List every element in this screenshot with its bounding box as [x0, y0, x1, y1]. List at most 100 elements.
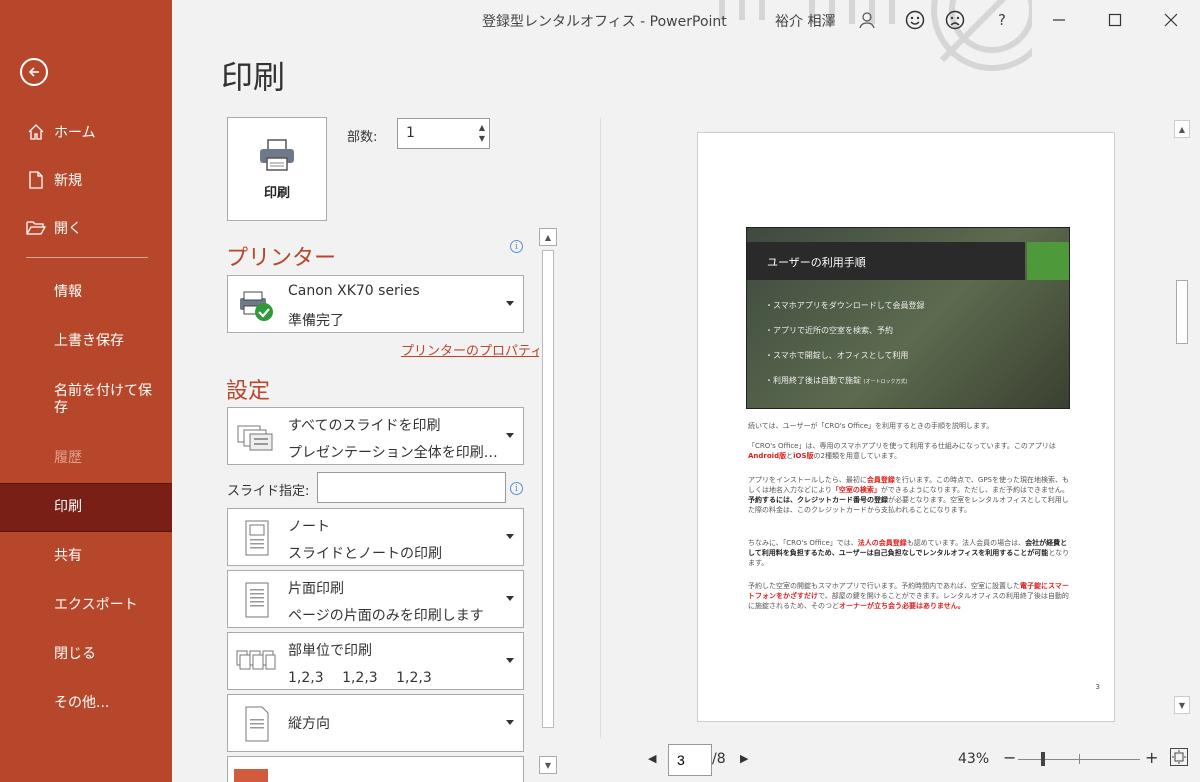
nav-print[interactable]: 印刷	[0, 483, 172, 532]
maximize-icon[interactable]	[1104, 9, 1126, 31]
print-range-title: すべてのスライドを印刷	[288, 418, 441, 434]
page-number-input[interactable]	[668, 744, 712, 776]
print-button[interactable]: 印刷	[227, 117, 327, 221]
layout-desc: スライドとノートの印刷	[288, 546, 442, 562]
zoom-level[interactable]: 43%	[958, 751, 989, 767]
layout-title: ノート	[288, 519, 330, 535]
print-range-dropdown[interactable]: すべてのスライドを印刷 プレゼンテーション全体を印刷…	[227, 407, 524, 465]
slide-thumbnail: ユーザーの利用手順 ・スマホアプリをダウンロードして会員登録 ・アプリで近所の空…	[746, 227, 1070, 409]
zoom-out-button[interactable]: −	[1003, 748, 1016, 767]
collation-dropdown[interactable]: 部単位で印刷 1,2,3 1,2,3 1,2,3	[227, 632, 524, 690]
help-icon[interactable]: ?	[991, 9, 1013, 31]
sides-dropdown[interactable]: 片面印刷 ページの片面のみを印刷します	[227, 570, 524, 628]
nav-open[interactable]: 開く	[0, 204, 172, 252]
back-arrow-icon[interactable]	[20, 58, 48, 86]
portrait-icon	[245, 706, 269, 742]
info-icon[interactable]: i	[510, 240, 523, 253]
nav-save[interactable]: 上書き保存	[0, 317, 172, 366]
printer-name: Canon XK70 series	[288, 283, 420, 299]
printer-header: プリンター	[226, 246, 337, 271]
copies-stepper[interactable]: 1 ▲ ▼	[397, 118, 490, 149]
sidebar-divider	[26, 257, 148, 258]
notes-text: 「CRO's Office」は、専用のスマホアプリを使って利用する仕組みになって…	[748, 442, 1056, 450]
backstage-sidebar: ホーム 新規 開く 情報 上書き保存 名前を付けて保存 履歴 印刷 共有 エクス…	[0, 0, 172, 782]
notes-highlight: オーナーが立ち会う必要はありません。	[839, 602, 965, 610]
sides-desc: ページの片面のみを印刷します	[288, 608, 484, 624]
slides-label: スライド指定:	[227, 484, 310, 499]
scroll-up-icon[interactable]: ▲	[1174, 120, 1190, 138]
scroll-down-icon[interactable]: ▼	[539, 756, 557, 774]
collation-desc: 1,2,3 1,2,3 1,2,3	[288, 670, 432, 686]
notes-highlight: 会員登録	[866, 476, 895, 484]
fit-to-window-icon[interactable]	[1170, 748, 1188, 766]
scroll-down-icon[interactable]: ▼	[1174, 696, 1190, 714]
nav-save-label: 上書き保存	[54, 333, 124, 349]
next-page-icon[interactable]: ▶	[740, 752, 748, 765]
nav-export-label: エクスポート	[54, 597, 138, 613]
sides-title: 片面印刷	[288, 581, 344, 597]
settings-scrollbar[interactable]: ▲ ▼	[539, 228, 557, 774]
nav-new[interactable]: 新規	[0, 156, 172, 204]
window-title: 登録型レンタルオフィス - PowerPoint	[482, 14, 727, 30]
nav-info[interactable]: 情報	[0, 268, 172, 317]
nav-history-label: 履歴	[54, 450, 82, 466]
slide-bullet: ・利用終了後は自動で施錠 (オートロック方式)	[765, 375, 907, 386]
preview-scrollbar[interactable]: ▲ ▼	[1172, 120, 1192, 714]
info-icon[interactable]: i	[510, 482, 523, 495]
collation-title: 部単位で印刷	[288, 643, 372, 659]
nav-more[interactable]: その他...	[0, 679, 172, 728]
frown-feedback-icon[interactable]	[944, 9, 966, 31]
layout-dropdown[interactable]: ノート スライドとノートの印刷	[227, 508, 524, 566]
nav-share[interactable]: 共有	[0, 532, 172, 581]
chevron-down-icon	[506, 658, 514, 663]
color-dropdown[interactable]	[227, 756, 524, 782]
printer-dropdown[interactable]: Canon XK70 series 準備完了	[227, 275, 524, 333]
user-name[interactable]: 裕介 相澤	[775, 11, 835, 31]
zoom-slider-thumb[interactable]	[1041, 752, 1045, 766]
slide-accent-block	[1027, 242, 1069, 280]
nav-close-label: 閉じる	[54, 646, 96, 662]
notes-text: ができるようになります。ただし、まだ予約はできません。	[880, 486, 1069, 494]
preview-scroll-thumb[interactable]	[1176, 280, 1188, 344]
settings-header: 設定	[226, 379, 271, 404]
slide-bullet: ・スマホアプリをダウンロードして会員登録	[765, 301, 925, 310]
notes-highlight: iOS版	[793, 452, 814, 460]
avatar-icon[interactable]	[856, 9, 878, 31]
scroll-thumb[interactable]	[542, 250, 554, 728]
slide-bullet: ・アプリで近所の空室を検索、予約	[765, 326, 893, 335]
slide-bullet-text: ・利用終了後は自動で施錠	[765, 376, 861, 385]
notes-text: 予約した空室の開錠もスマホアプリで行います。予約時間内であれば、空室に設置した	[748, 582, 1021, 590]
collated-icon	[236, 650, 276, 670]
slides-input[interactable]	[317, 472, 506, 503]
preview-page-number: 3	[1095, 683, 1100, 691]
scroll-up-icon[interactable]: ▲	[539, 228, 557, 246]
nav-export[interactable]: エクスポート	[0, 581, 172, 630]
open-folder-icon	[26, 218, 46, 238]
page-title: 印刷	[221, 58, 286, 96]
chevron-down-icon	[506, 720, 514, 725]
notes-paragraph: 予約した空室の開錠もスマホアプリで行います。予約時間内であれば、空室に設置した電…	[748, 581, 1070, 611]
color-swatch	[234, 769, 268, 782]
minimize-icon[interactable]	[1048, 9, 1070, 31]
printer-status: 準備完了	[288, 313, 344, 329]
zoom-in-button[interactable]: +	[1145, 748, 1158, 767]
smile-feedback-icon[interactable]	[904, 9, 926, 31]
close-icon[interactable]	[1160, 9, 1182, 31]
notes-page-icon	[245, 520, 269, 556]
zoom-slider-midmark	[1079, 754, 1080, 764]
chevron-down-icon	[506, 301, 514, 306]
notes-paragraph: 「CRO's Office」は、専用のスマホアプリを使って利用する仕組みになって…	[748, 441, 1070, 461]
print-button-label: 印刷	[263, 185, 290, 201]
nav-save-as[interactable]: 名前を付けて保存	[0, 366, 172, 434]
nav-home[interactable]: ホーム	[0, 108, 172, 156]
stepper-arrows-icon[interactable]: ▲ ▼	[479, 122, 485, 144]
nav-home-label: ホーム	[54, 125, 96, 141]
nav-history: 履歴	[0, 434, 172, 483]
nav-close[interactable]: 閉じる	[0, 630, 172, 679]
orientation-dropdown[interactable]: 縦方向	[227, 694, 524, 752]
printer-properties-link[interactable]: プリンターのプロパティ	[401, 340, 543, 359]
prev-page-icon[interactable]: ◀	[648, 752, 656, 765]
notes-text: ちなみに、「CRO's Office」では、	[748, 539, 858, 547]
home-icon	[26, 122, 46, 142]
nav-share-label: 共有	[54, 548, 82, 564]
